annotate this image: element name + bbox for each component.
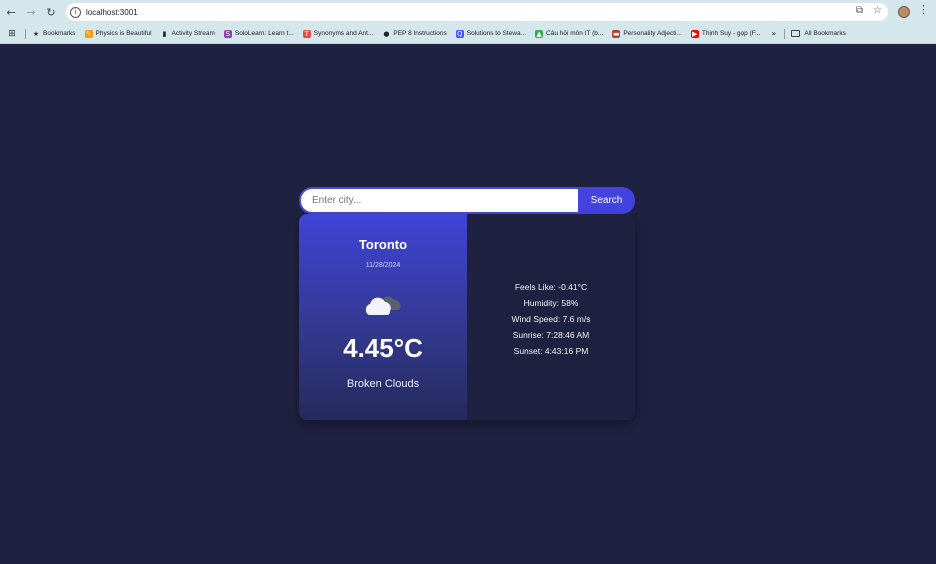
profile-avatar[interactable] — [898, 6, 910, 18]
bookmark-label: Solutions to Stewa... — [466, 30, 527, 37]
apps-grid-icon[interactable]: ⊞ — [3, 29, 21, 39]
bookmark-star-icon[interactable]: ☆ — [873, 5, 882, 16]
bookmark-label: Thịnh Suy - gọp (F... — [701, 30, 761, 37]
feels-like: Feels Like: -0.41°C — [514, 282, 588, 292]
bookmark-label: Câu hỏi môn IT (b... — [546, 30, 604, 37]
star-icon: ★ — [32, 29, 40, 38]
forward-icon[interactable]: → — [21, 2, 41, 22]
bookmark-label: Personality Adjecti... — [623, 30, 682, 37]
bookmark-label: Activity Stream — [171, 30, 215, 37]
divider — [25, 28, 26, 39]
bookmark-item[interactable]: ● PEP 8 Instructions — [382, 30, 446, 38]
url-text[interactable]: localhost:3001 — [86, 8, 138, 17]
sunrise: Sunrise: 7:28:46 AM — [512, 330, 590, 340]
folder-icon — [791, 30, 801, 37]
divider — [784, 28, 786, 39]
bookmark-item[interactable]: ϟ Physics is Beautiful — [84, 29, 152, 38]
address-bar[interactable]: i localhost:3001 ⧉ ☆ — [66, 3, 888, 21]
install-app-icon[interactable]: ⧉ — [856, 5, 863, 16]
flame-icon: ϟ — [84, 29, 93, 38]
bookmark-label: PEP 8 Instructions — [393, 30, 447, 37]
bookmark-item[interactable]: ▮ Activity Stream — [161, 30, 215, 38]
weather-description: Broken Clouds — [346, 378, 420, 390]
bookmark-item[interactable]: ▶ Thịnh Suy - gọp (F... — [690, 29, 761, 38]
humidity: Humidity: 58% — [523, 298, 579, 308]
city-name: Toronto — [358, 237, 408, 252]
city-search-input[interactable] — [299, 187, 578, 214]
bookmark-label: Bookmarks — [43, 30, 76, 37]
thesaurus-icon: T — [302, 29, 311, 38]
weather-card: Toronto 11/28/2024 4.45°C Broken Clouds … — [299, 214, 635, 420]
quizlet-icon: Q — [455, 29, 464, 38]
bookmark-label: Synonyms and Ant... — [313, 30, 374, 37]
bookmark-item[interactable]: ▲ Câu hỏi môn IT (b... — [535, 29, 604, 38]
weather-details: Feels Like: -0.41°C Humidity: 58% Wind S… — [467, 214, 635, 420]
all-bookmarks-button[interactable]: All Bookmarks — [791, 30, 846, 37]
browser-menu-icon[interactable]: ⋮ — [918, 3, 929, 16]
weather-date: 11/28/2024 — [365, 262, 401, 269]
bookmark-item[interactable]: ▬ Personality Adjecti... — [612, 29, 682, 38]
bookmark-label: SoloLearn: Learn t... — [234, 30, 294, 37]
github-icon: ● — [383, 29, 390, 38]
bookmark-item[interactable]: Q Solutions to Stewa... — [455, 29, 527, 38]
search-bar: Search — [299, 187, 635, 214]
back-icon[interactable]: ← — [1, 2, 21, 22]
sololearn-icon: S — [223, 29, 232, 38]
broken-clouds-icon — [365, 296, 401, 315]
site-info-icon[interactable]: i — [70, 6, 81, 18]
youtube-icon: ▶ — [690, 29, 699, 38]
bookmarks-bar: ⊞ ★ Bookmarks ϟ Physics is Beautiful ▮ Activi… — [0, 24, 936, 44]
more-bookmarks-icon[interactable]: » — [771, 29, 776, 38]
browser-toolbar: ← → ↻ i localhost:3001 ⧉ ☆ ⋮ — [0, 0, 936, 24]
reload-icon[interactable]: ↻ — [41, 2, 61, 22]
drive-icon: ▲ — [535, 29, 544, 38]
sunset: Sunset: 4:43:16 PM — [513, 346, 589, 356]
bookmark-label: Physics is Beautiful — [95, 30, 152, 37]
bars-icon: ▮ — [162, 29, 167, 38]
bookmark-item[interactable]: T Synonyms and Ant... — [302, 29, 374, 38]
wind-speed: Wind Speed: 7.6 m/s — [511, 314, 591, 324]
temperature: 4.45°C — [343, 333, 423, 363]
all-bookmarks-label: All Bookmarks — [804, 30, 846, 37]
weather-summary: Toronto 11/28/2024 4.45°C Broken Clouds — [299, 214, 467, 420]
flag-icon: ▬ — [612, 29, 621, 38]
bookmark-item[interactable]: S SoloLearn: Learn t... — [223, 29, 294, 38]
search-button[interactable]: Search — [578, 187, 635, 214]
bookmark-item[interactable]: ★ Bookmarks — [32, 30, 76, 38]
